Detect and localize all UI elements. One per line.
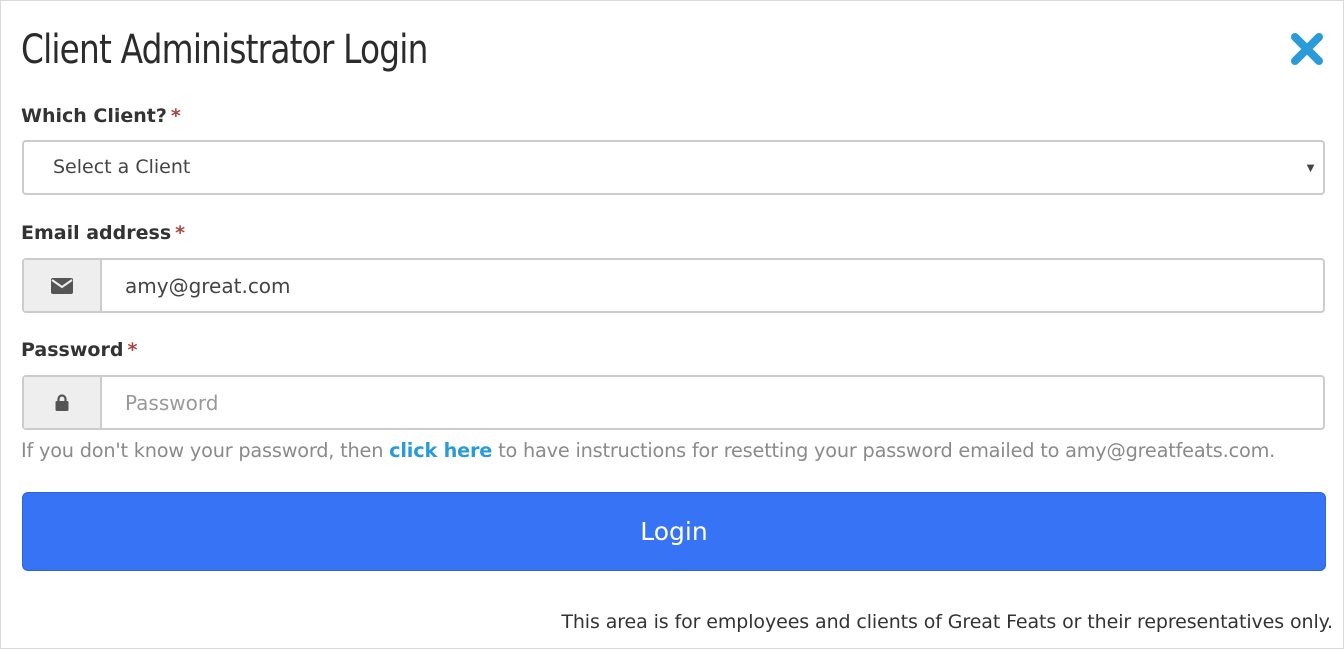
password-field[interactable] xyxy=(102,377,1323,428)
help-text-before: If you don't know your password, then xyxy=(21,439,390,462)
password-input-group xyxy=(22,375,1325,430)
login-button[interactable]: Login xyxy=(22,492,1326,571)
close-icon xyxy=(1291,33,1323,65)
footer-note: This area is for employees and clients o… xyxy=(561,611,1333,633)
required-marker: * xyxy=(127,339,138,361)
reset-password-link[interactable]: click here xyxy=(389,439,492,462)
client-select[interactable]: Select a Client ▼ xyxy=(22,140,1325,195)
client-label: Which Client? * xyxy=(21,105,181,127)
chevron-down-icon: ▼ xyxy=(1304,160,1317,175)
close-button[interactable] xyxy=(1289,31,1325,67)
dialog-title: Client Administrator Login xyxy=(21,27,428,73)
email-input-group xyxy=(22,258,1325,313)
password-label: Password * xyxy=(21,339,137,361)
required-marker: * xyxy=(175,222,186,244)
lock-icon xyxy=(55,394,69,411)
email-label: Email address * xyxy=(21,222,185,244)
email-field[interactable] xyxy=(102,260,1323,311)
password-help-text: If you don't know your password, then cl… xyxy=(21,439,1275,462)
password-addon xyxy=(24,377,102,428)
required-marker: * xyxy=(170,105,181,127)
help-text-after: to have instructions for resetting your … xyxy=(492,439,1276,462)
client-select-value: Select a Client xyxy=(53,156,191,178)
password-label-text: Password xyxy=(21,339,124,361)
email-label-text: Email address xyxy=(21,222,172,244)
client-label-text: Which Client? xyxy=(21,105,167,127)
email-addon xyxy=(24,260,102,311)
envelope-icon xyxy=(51,277,73,294)
login-dialog: Client Administrator Login Which Client?… xyxy=(0,0,1344,649)
